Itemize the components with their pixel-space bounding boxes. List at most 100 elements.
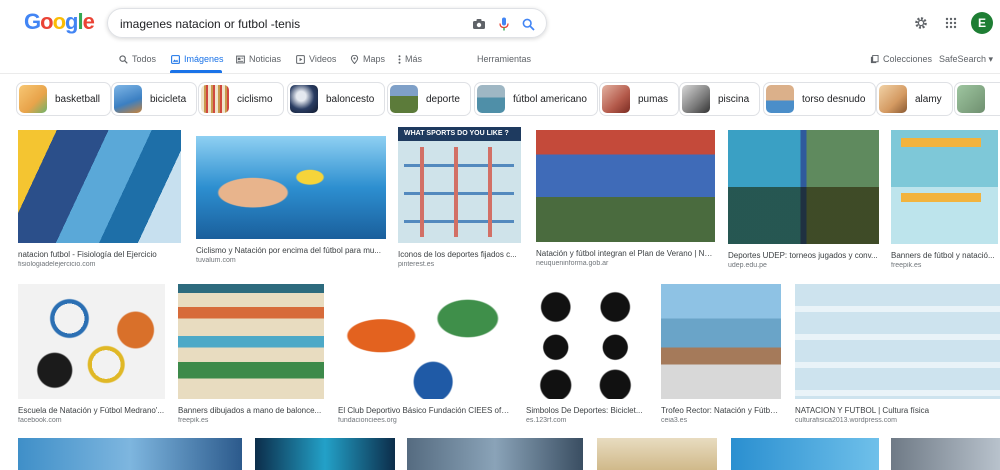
collections-button[interactable]: Colecciones xyxy=(870,52,932,66)
chip-deporte[interactable]: deporte xyxy=(387,82,471,116)
result-thumbnail[interactable] xyxy=(536,130,715,242)
chip-thumbnail xyxy=(879,85,907,113)
result-title[interactable]: natacion futbol - Fisiología del Ejercic… xyxy=(18,250,181,259)
result-title[interactable]: Natación y fútbol integran el Plan de Ve… xyxy=(536,249,715,258)
tab-herramientas[interactable]: Herramientas xyxy=(477,52,531,66)
image-result[interactable]: Simbolos De Deportes: Biciclet... es.123… xyxy=(526,284,645,424)
result-source[interactable]: freepik.es xyxy=(178,417,324,424)
result-source[interactable]: freepik.es xyxy=(891,262,998,269)
tab-label: Noticias xyxy=(249,54,282,64)
image-result[interactable]: natacion futbol - Fisiología del Ejercic… xyxy=(18,130,181,268)
chip-ciclismo[interactable]: ciclismo xyxy=(198,82,284,116)
result-source[interactable]: fisiologiadelejercicio.com xyxy=(18,261,181,268)
result-title[interactable]: Ciclismo y Natación por encima del fútbo… xyxy=(196,246,386,255)
chip-futbol-americano[interactable]: fútbol americano xyxy=(474,82,598,116)
result-source[interactable]: ceia3.es xyxy=(661,417,781,424)
chip-thumbnail xyxy=(290,85,318,113)
mic-icon[interactable] xyxy=(495,15,513,33)
result-thumbnail[interactable] xyxy=(18,284,165,399)
tab-mas[interactable]: Más xyxy=(398,52,422,66)
search-box[interactable] xyxy=(107,8,547,38)
google-logo[interactable]: Google xyxy=(24,9,95,35)
result-thumbnail[interactable] xyxy=(661,284,781,399)
camera-icon[interactable] xyxy=(470,15,488,33)
chip-baloncesto[interactable]: baloncesto xyxy=(287,82,386,116)
result-title[interactable]: Simbolos De Deportes: Biciclet... xyxy=(526,406,645,415)
chip-label: pumas xyxy=(638,93,669,105)
chip-thumbnail xyxy=(766,85,794,113)
image-result[interactable]: Natación y fútbol integran el Plan de Ve… xyxy=(536,130,715,267)
chip-bicicleta[interactable]: bicicleta xyxy=(111,82,198,116)
result-source[interactable]: culturafisica2013.wordpress.com xyxy=(795,417,1000,424)
tab-imagenes[interactable]: Imágenes xyxy=(171,52,224,66)
tab-label: Maps xyxy=(363,54,386,64)
result-source[interactable]: facebook.com xyxy=(18,417,165,424)
gear-icon[interactable] xyxy=(911,13,931,33)
map-pin-icon xyxy=(350,54,359,64)
image-result[interactable] xyxy=(731,438,879,470)
tab-label: Videos xyxy=(309,54,337,64)
image-result[interactable]: Ciclismo y Natación por encima del fútbo… xyxy=(196,136,386,264)
tab-noticias[interactable]: Noticias xyxy=(236,52,281,66)
account-avatar[interactable]: E xyxy=(971,12,993,34)
image-result[interactable]: Banners dibujados a mano de balonce... f… xyxy=(178,284,324,424)
chip-label: deporte xyxy=(426,93,460,105)
result-title[interactable]: Banners dibujados a mano de balonce... xyxy=(178,406,324,415)
result-thumbnail[interactable] xyxy=(196,136,386,239)
chip-basketball[interactable]: basketball xyxy=(16,82,112,116)
collections-icon xyxy=(870,54,879,63)
chip-thumbnail xyxy=(201,85,229,113)
tab-label: Imágenes xyxy=(184,54,224,64)
image-result[interactable]: Escuela de Natación y Fútbol Medrano'...… xyxy=(18,284,165,424)
image-result[interactable] xyxy=(597,438,717,470)
active-tab-indicator xyxy=(170,70,222,73)
chip-more[interactable] xyxy=(954,82,1000,116)
search-input[interactable] xyxy=(120,15,460,33)
apps-grid-icon[interactable] xyxy=(941,13,961,33)
result-thumbnail[interactable] xyxy=(178,284,324,399)
image-result[interactable]: El Club Deportivo Básico Fundación CIEES… xyxy=(338,284,511,424)
result-source[interactable]: udep.edu.pe xyxy=(728,262,879,269)
result-source[interactable]: fundacionciees.org xyxy=(338,417,511,424)
result-thumbnail[interactable] xyxy=(891,130,998,244)
image-result[interactable] xyxy=(255,438,395,470)
image-result[interactable] xyxy=(891,438,1000,470)
result-title[interactable]: Escuela de Natación y Fútbol Medrano'... xyxy=(18,406,165,415)
result-thumbnail[interactable]: WHAT SPORTS DO YOU LIKE ? xyxy=(398,127,521,243)
result-title[interactable]: El Club Deportivo Básico Fundación CIEES… xyxy=(338,406,511,415)
image-result[interactable]: Banners de fútbol y natació... freepik.e… xyxy=(891,130,998,269)
result-thumbnail[interactable] xyxy=(526,284,645,399)
result-title[interactable]: Trofeo Rector: Natación y Fútbo... xyxy=(661,406,781,415)
result-source[interactable]: tuvalum.com xyxy=(196,257,386,264)
image-result[interactable]: Trofeo Rector: Natación y Fútbo... ceia3… xyxy=(661,284,781,424)
safesearch-button[interactable]: SafeSearch ▾ xyxy=(939,52,993,66)
result-source[interactable]: es.123rf.com xyxy=(526,417,645,424)
tab-maps[interactable]: Maps xyxy=(350,52,385,66)
image-result[interactable]: WHAT SPORTS DO YOU LIKE ? Iconos de los … xyxy=(398,127,521,268)
tab-label: Todos xyxy=(132,54,157,64)
result-title[interactable]: NATACION Y FUTBOL | Cultura física xyxy=(795,406,1000,415)
header: Google E xyxy=(0,0,1000,45)
result-thumbnail[interactable] xyxy=(728,130,879,244)
video-icon xyxy=(296,54,305,64)
chip-alamy[interactable]: alamy xyxy=(876,82,953,116)
tab-todos[interactable]: Todos xyxy=(119,52,156,66)
result-source[interactable]: neuqueninforma.gob.ar xyxy=(536,260,715,267)
collections-label: Colecciones xyxy=(883,54,933,64)
chip-piscina[interactable]: piscina xyxy=(679,82,761,116)
image-result[interactable] xyxy=(407,438,583,470)
image-result[interactable]: Deportes UDEP: torneos jugados y conv...… xyxy=(728,130,879,269)
result-thumbnail[interactable] xyxy=(18,130,181,243)
image-result[interactable]: NATACION Y FUTBOL | Cultura física cultu… xyxy=(795,284,1000,424)
result-title[interactable]: Deportes UDEP: torneos jugados y conv... xyxy=(728,251,879,260)
result-title[interactable]: Banners de fútbol y natació... xyxy=(891,251,998,260)
search-icon[interactable] xyxy=(519,15,537,33)
tab-videos[interactable]: Videos xyxy=(296,52,336,66)
result-thumbnail[interactable] xyxy=(338,284,511,399)
chip-pumas[interactable]: pumas xyxy=(599,82,680,116)
result-source[interactable]: pinterest.es xyxy=(398,261,521,268)
result-thumbnail[interactable] xyxy=(795,284,1000,399)
result-title[interactable]: Iconos de los deportes fijados c... xyxy=(398,250,521,259)
chip-torso-desnudo[interactable]: torso desnudo xyxy=(763,82,877,116)
image-result[interactable] xyxy=(18,438,242,470)
